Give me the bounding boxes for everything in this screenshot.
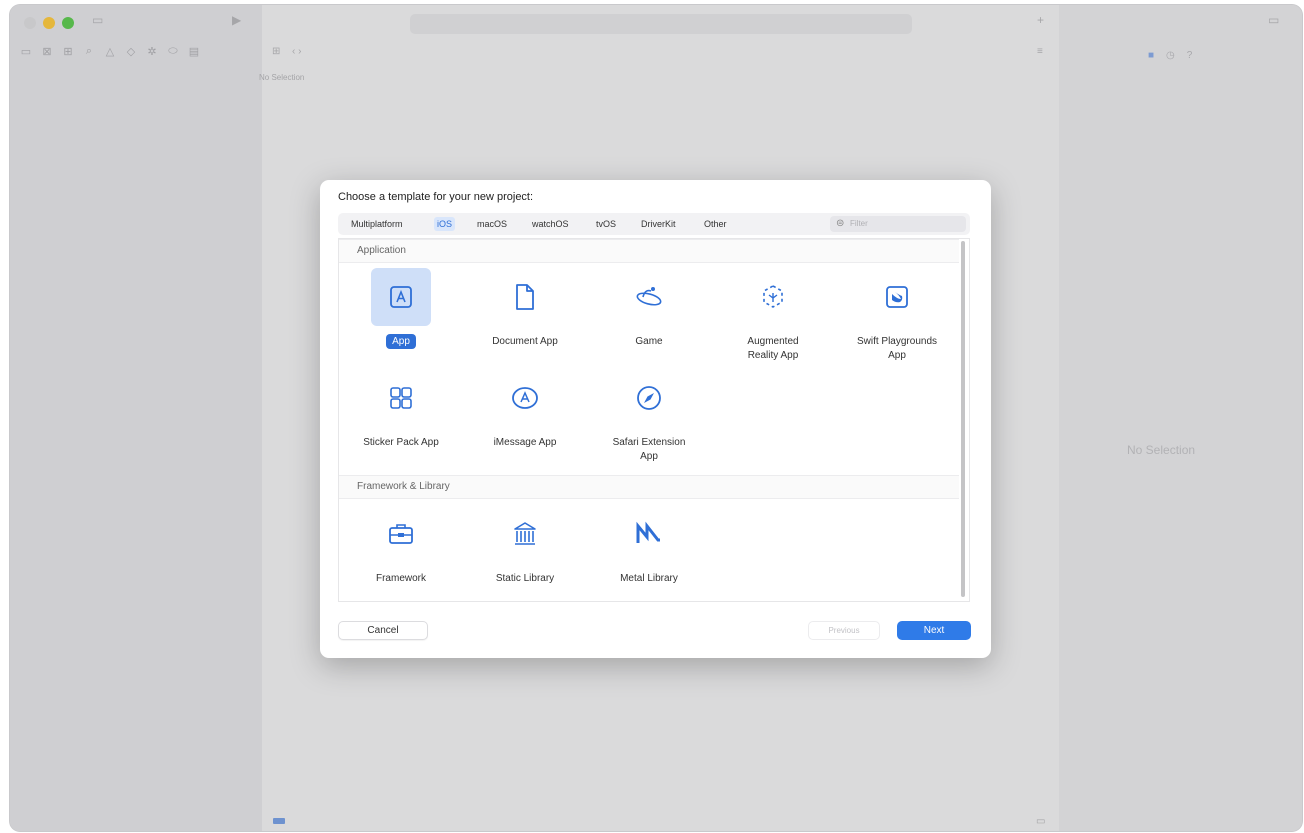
folder-icon[interactable]: ▭	[20, 45, 32, 61]
minimize-window-button[interactable]	[43, 17, 55, 29]
zoom-window-button[interactable]	[62, 17, 74, 29]
template-label: Framework	[375, 573, 426, 584]
inspector-pane	[1059, 5, 1302, 831]
game-icon	[619, 268, 679, 326]
next-button[interactable]: Next	[897, 621, 971, 640]
quick-help-icon[interactable]: ?	[1187, 50, 1193, 61]
tab-tvos[interactable]: tvOS	[593, 217, 619, 231]
template-label: iMessage App	[493, 437, 557, 448]
editor-no-selection-label: No Selection	[259, 73, 305, 82]
source-control-icon[interactable]: ⊠	[41, 45, 53, 61]
template-label: App	[386, 334, 416, 349]
activity-view	[410, 14, 912, 34]
template-label: Game	[635, 336, 663, 347]
swift-playgrounds-icon	[867, 268, 927, 326]
safari-icon	[619, 369, 679, 427]
tab-ios[interactable]: iOS	[434, 217, 456, 231]
titlebar: ▭ ▶ + ▭	[10, 5, 1302, 35]
debug-area-toggle-icon[interactable]: ▭	[1036, 816, 1045, 827]
document-icon	[495, 268, 555, 326]
sidebar-toggle-icon[interactable]: ▭	[92, 13, 103, 27]
platform-tab-bar: Multiplatform iOS macOS watchOS tvOS Dri…	[338, 213, 970, 235]
tab-watchos[interactable]: watchOS	[529, 217, 572, 231]
dialog-title: Choose a template for your new project:	[338, 191, 534, 203]
debug-icon[interactable]: ✲	[146, 45, 158, 61]
navigator-sidebar	[10, 5, 262, 831]
tab-macos[interactable]: macOS	[474, 217, 510, 231]
symbol-icon[interactable]: ⊞	[62, 45, 74, 61]
breakpoint-icon[interactable]: ⬭	[167, 45, 179, 61]
previous-button[interactable]: Previous	[808, 621, 880, 640]
navigator-selector-bar: ▭ ⊠ ⊞ ⌕ △ ◇ ✲ ⬭ ▤	[20, 45, 200, 61]
close-window-button[interactable]	[24, 17, 36, 29]
sticker-pack-icon	[371, 369, 431, 427]
add-icon[interactable]: +	[1037, 13, 1044, 27]
run-icon[interactable]: ▶	[232, 13, 241, 27]
back-forward-icon[interactable]: ‹ ›	[292, 45, 301, 59]
related-items-icon[interactable]: ⊞	[272, 45, 280, 59]
filter-icon: ⊜	[836, 218, 845, 229]
framework-icon	[371, 505, 431, 563]
new-project-template-dialog: Choose a template for your new project: …	[320, 180, 991, 658]
filter-input[interactable]: Filter	[830, 216, 966, 232]
history-inspector-icon[interactable]: ◷	[1166, 50, 1175, 61]
template-scrollbar[interactable]	[961, 241, 965, 597]
template-label: Sticker Pack App	[363, 437, 439, 448]
file-inspector-icon[interactable]: ■	[1148, 50, 1154, 61]
template-label: Safari Extension App	[612, 437, 686, 462]
tab-driverkit[interactable]: DriverKit	[638, 217, 679, 231]
test-icon[interactable]: ◇	[125, 45, 137, 61]
template-label: Document App	[492, 336, 558, 347]
find-icon[interactable]: ⌕	[83, 45, 95, 61]
template-label: Augmented Reality App	[747, 336, 799, 361]
template-label: Swift Playgrounds App	[856, 336, 938, 361]
imessage-icon	[495, 369, 555, 427]
inspector-toggle-icon[interactable]: ▭	[1268, 13, 1279, 27]
template-label: Static Library	[495, 573, 555, 584]
tab-multiplatform[interactable]: Multiplatform	[348, 217, 406, 231]
editor-options-icon[interactable]: ≡	[1037, 45, 1043, 59]
template-grid: Application App Document App Game Augmen…	[338, 238, 970, 602]
metal-library-icon	[619, 505, 679, 563]
template-label: Metal Library	[620, 573, 678, 584]
report-icon[interactable]: ▤	[188, 45, 200, 61]
inspector-no-selection-label: No Selection	[1127, 443, 1196, 457]
ar-icon	[743, 268, 803, 326]
section-header-application: Application	[339, 239, 959, 263]
tab-other[interactable]: Other	[701, 217, 730, 231]
static-library-icon	[495, 505, 555, 563]
app-icon	[371, 268, 431, 326]
inspector-selector-bar: ■ ◷ ?	[1148, 50, 1192, 61]
cancel-button[interactable]: Cancel	[338, 621, 428, 640]
issue-icon[interactable]: △	[104, 45, 116, 61]
filter-bar-icon[interactable]	[273, 818, 285, 824]
section-header-framework-library: Framework & Library	[339, 475, 959, 499]
